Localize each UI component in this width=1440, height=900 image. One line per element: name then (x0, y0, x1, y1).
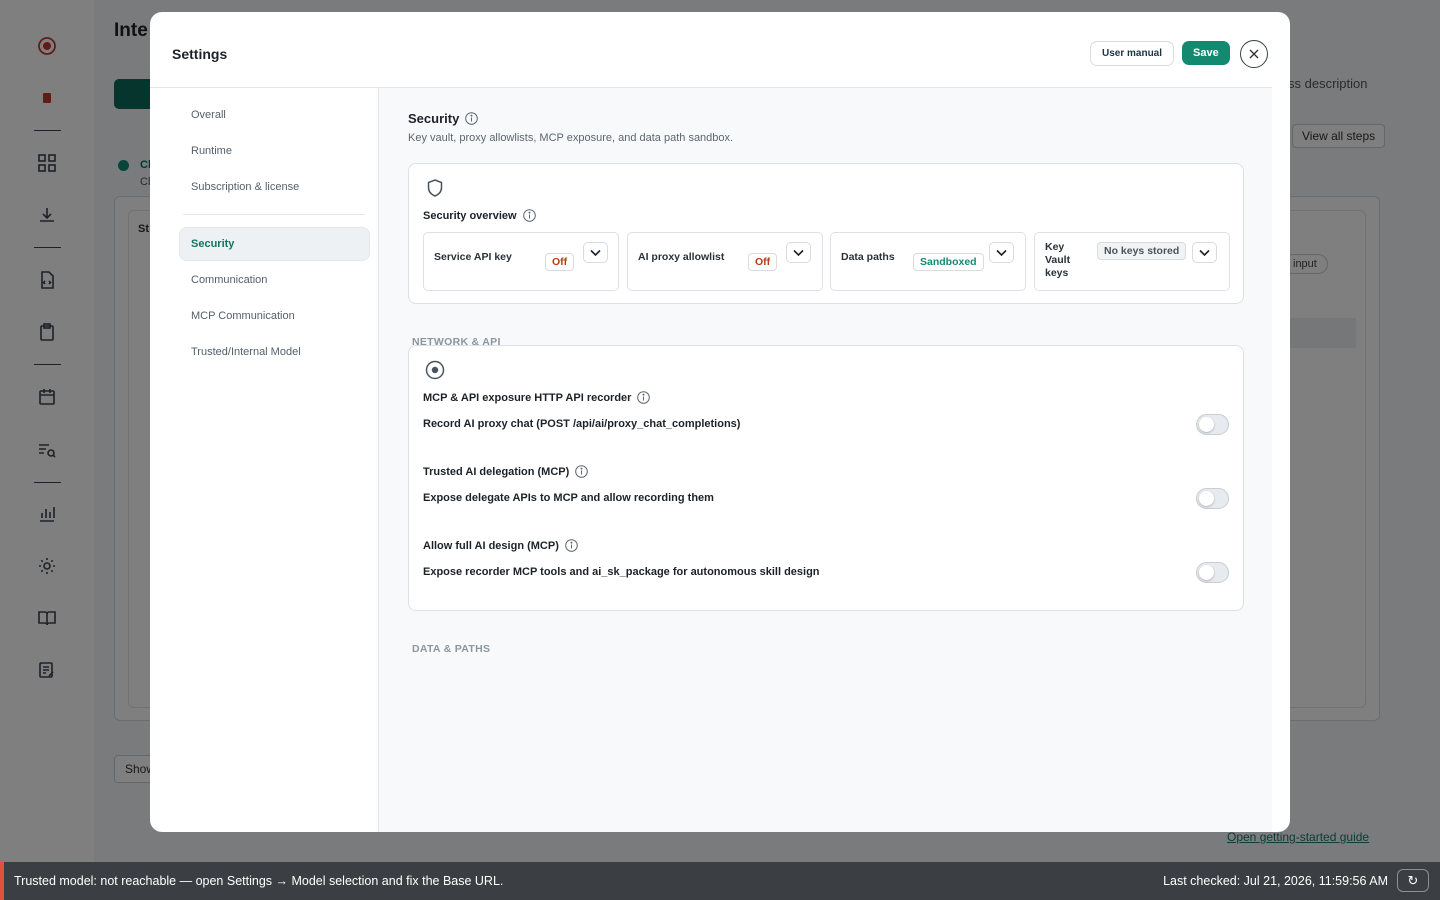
setting-title: MCP & API exposure HTTP API recorder (423, 391, 651, 404)
nav-item-runtime[interactable]: Runtime (191, 145, 232, 157)
status-error-accent (0, 862, 4, 900)
nav-item-security[interactable]: Security (179, 227, 370, 261)
network-api-card: MCP & API exposure HTTP API recorder Rec… (408, 345, 1244, 611)
refresh-icon: ↻ (1407, 872, 1419, 888)
nav-item-communication[interactable]: Communication (191, 274, 267, 286)
data-paths-tile[interactable]: Data paths Sandboxed (830, 232, 1026, 291)
delegate-apis-toggle[interactable] (1196, 488, 1229, 509)
radio-target-icon (425, 360, 445, 380)
nav-divider (183, 214, 365, 215)
status-bar: Trusted model: not reachable — open Sett… (0, 862, 1440, 900)
info-icon[interactable] (637, 391, 651, 404)
security-overview-text: Security overview (423, 209, 517, 222)
settings-modal: Settings User manual Save Overall Runtim… (150, 12, 1290, 832)
security-overview-card: Security overview Service API key Off AI… (408, 163, 1244, 304)
save-button[interactable]: Save (1182, 41, 1230, 65)
status-badge: Sandboxed (913, 253, 984, 271)
full-ai-design-toggle[interactable] (1196, 562, 1229, 583)
setting-description: Record AI proxy chat (POST /api/ai/proxy… (423, 418, 741, 430)
status-badge: No keys stored (1097, 242, 1187, 260)
setting-description: Expose recorder MCP tools and ai_sk_pack… (423, 566, 820, 578)
chevron-down-icon (793, 249, 804, 257)
setting-title: Trusted AI delegation (MCP) (423, 465, 589, 478)
setting-title-text: Trusted AI delegation (MCP) (423, 465, 570, 478)
security-overview-label: Security overview (423, 209, 536, 222)
tile-label: Key Vault keys (1045, 241, 1071, 279)
tile-label: Service API key (434, 251, 512, 263)
data-paths-heading: DATA & PATHS (412, 643, 491, 655)
shield-icon (425, 178, 445, 198)
info-icon[interactable] (465, 112, 479, 125)
service-api-key-tile[interactable]: Service API key Off (423, 232, 619, 291)
expand-button[interactable] (786, 242, 811, 263)
nav-item-subscription[interactable]: Subscription & license (191, 181, 299, 193)
modal-title: Settings (172, 46, 228, 62)
modal-header: Settings User manual Save (150, 12, 1272, 88)
expand-button[interactable] (989, 242, 1014, 263)
setting-title-text: MCP & API exposure HTTP API recorder (423, 391, 632, 404)
chevron-down-icon (1199, 249, 1210, 257)
setting-title-text: Allow full AI design (MCP) (423, 539, 559, 552)
setting-description: Expose delegate APIs to MCP and allow re… (423, 492, 714, 504)
setting-title: Allow full AI design (MCP) (423, 539, 578, 552)
close-button[interactable] (1240, 40, 1268, 68)
expand-button[interactable] (583, 242, 608, 263)
settings-content: Security Key vault, proxy allowlists, MC… (379, 88, 1272, 832)
nav-item-security-label: Security (191, 238, 235, 250)
info-icon[interactable] (522, 209, 536, 222)
status-badge: Off (545, 253, 575, 271)
tile-label: Data paths (841, 251, 895, 263)
last-checked-timestamp: Last checked: Jul 21, 2026, 11:59:56 AM (1163, 874, 1388, 888)
refresh-button[interactable]: ↻ (1397, 869, 1429, 892)
info-icon[interactable] (565, 539, 578, 552)
nav-item-trusted-model[interactable]: Trusted/Internal Model (191, 346, 301, 358)
record-proxy-chat-toggle[interactable] (1196, 414, 1229, 435)
section-title: Security (408, 111, 479, 126)
section-description: Key vault, proxy allowlists, MCP exposur… (408, 132, 734, 144)
settings-nav: Overall Runtime Subscription & license S… (168, 88, 379, 832)
key-vault-keys-tile[interactable]: Key Vault keys No keys stored (1034, 232, 1230, 291)
chevron-down-icon (996, 249, 1007, 257)
tile-label: AI proxy allowlist (638, 251, 725, 263)
nav-item-overall[interactable]: Overall (191, 109, 226, 121)
section-title-text: Security (408, 111, 460, 126)
nav-item-mcp-communication[interactable]: MCP Communication (191, 310, 295, 322)
user-manual-button[interactable]: User manual (1090, 41, 1175, 66)
expand-button[interactable] (1192, 242, 1217, 263)
chevron-down-icon (590, 249, 601, 257)
status-badge: Off (748, 253, 778, 271)
info-icon[interactable] (575, 465, 589, 478)
status-message: Trusted model: not reachable — open Sett… (14, 874, 504, 888)
close-icon (1249, 49, 1259, 59)
ai-proxy-allowlist-tile[interactable]: AI proxy allowlist Off (627, 232, 823, 291)
